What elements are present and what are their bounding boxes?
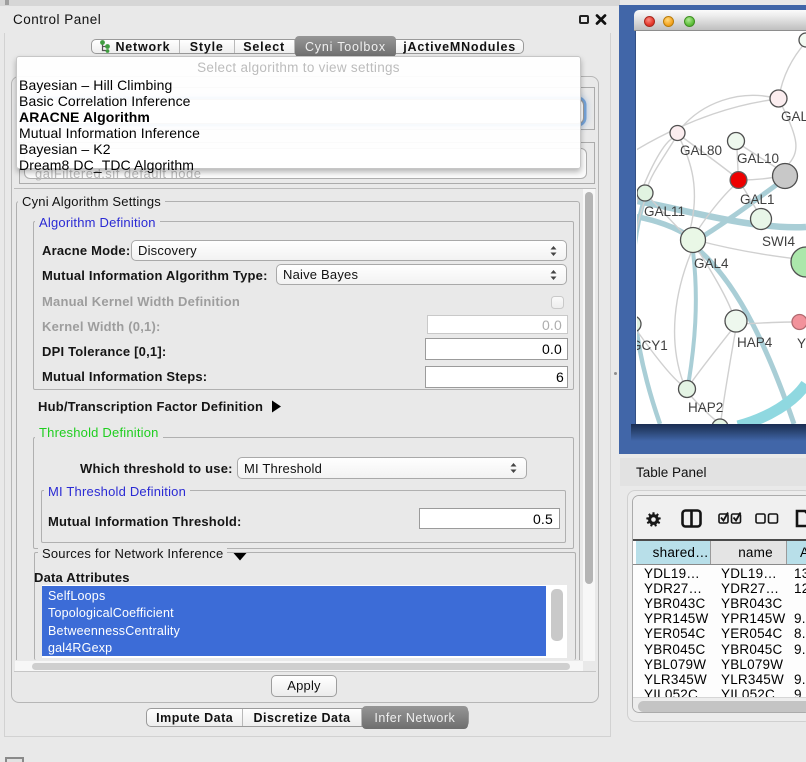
svg-text:SWI4: SWI4 [762,234,795,249]
svg-text:GAL2: GAL2 [781,109,806,124]
svg-text:GAL1: GAL1 [740,192,775,207]
svg-text:HAP2: HAP2 [688,400,723,415]
svg-text:GAL11: GAL11 [644,204,685,219]
svg-text:GAL4: GAL4 [694,256,729,271]
svg-text:GAL80: GAL80 [680,143,722,158]
svg-text:YJL: YJL [797,336,806,351]
svg-text:GCY1: GCY1 [637,338,668,353]
svg-text:GAL10: GAL10 [737,151,779,166]
svg-text:HAP4: HAP4 [737,335,773,350]
